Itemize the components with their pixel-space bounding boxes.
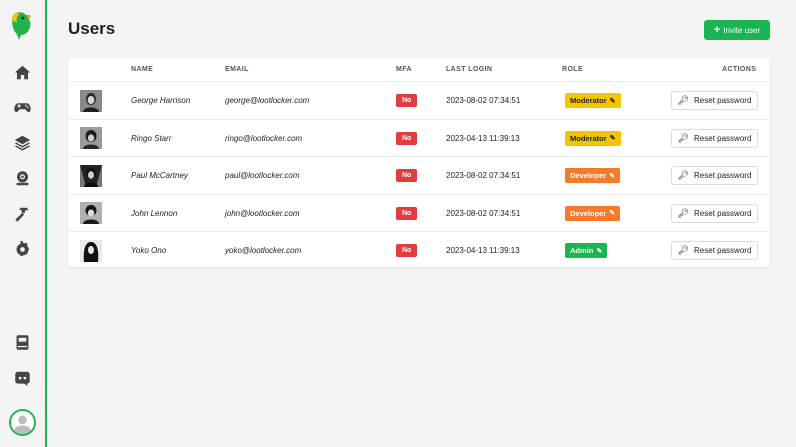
role-label: Moderator xyxy=(570,133,607,143)
role-label: Developer xyxy=(570,171,607,181)
pencil-icon: ✎ xyxy=(609,172,616,180)
user-email: john@lootlocker.com xyxy=(225,208,300,218)
key-icon: 🔑︎ xyxy=(677,207,690,218)
invite-user-button[interactable]: + Invite user xyxy=(704,20,770,40)
user-email: george@lootlocker.com xyxy=(225,96,310,106)
mfa-badge: No xyxy=(396,94,418,108)
mfa-badge: No xyxy=(396,206,418,220)
header-mfa: MFA xyxy=(396,66,412,73)
users-table: NAME EMAIL MFA LAST LOGIN ROLE ACTIONS G… xyxy=(68,58,770,267)
table-row: Yoko Ono yoko@lootlocker.com No 2023-04-… xyxy=(68,231,770,269)
pencil-icon: ✎ xyxy=(609,135,616,143)
webcam-icon[interactable] xyxy=(12,168,32,188)
discord-icon[interactable] xyxy=(12,368,32,388)
app-window: Users + Invite user NAME EMAIL MFA LAST … xyxy=(0,0,796,447)
mfa-badge: No xyxy=(396,131,418,145)
key-icon: 🔑︎ xyxy=(677,132,690,143)
plus-icon: + xyxy=(713,24,721,36)
role-label: Developer xyxy=(570,208,607,218)
reset-password-label: Reset password xyxy=(694,246,752,256)
user-avatar[interactable] xyxy=(9,409,36,436)
gear-icon[interactable] xyxy=(12,239,32,259)
pencil-icon: ✎ xyxy=(609,210,616,218)
gamepad-icon[interactable] xyxy=(12,97,32,117)
key-icon: 🔑︎ xyxy=(677,170,690,181)
table-row: Ringo Starr ringo@lootlocker.com No 2023… xyxy=(68,118,770,158)
key-icon: 🔑︎ xyxy=(677,95,690,106)
reset-password-button[interactable]: 🔑︎ Reset password xyxy=(671,166,758,186)
home-icon[interactable] xyxy=(12,62,32,82)
pencil-icon: ✎ xyxy=(609,97,616,105)
sidebar xyxy=(0,0,47,447)
reset-password-label: Reset password xyxy=(694,96,752,106)
user-photo xyxy=(80,82,102,120)
header-email: EMAIL xyxy=(225,66,249,73)
role-label: Admin xyxy=(570,246,594,256)
role-label: Moderator xyxy=(570,96,607,106)
reset-password-label: Reset password xyxy=(694,133,752,143)
reset-password-button[interactable]: 🔑︎ Reset password xyxy=(671,128,758,148)
user-photo xyxy=(80,157,102,195)
header-name: NAME xyxy=(131,66,154,73)
user-name: George Harrison xyxy=(131,96,191,106)
user-email: ringo@lootlocker.com xyxy=(225,133,303,143)
last-login: 2023-08-02 07:34:51 xyxy=(446,171,521,181)
reset-password-button[interactable]: 🔑︎ Reset password xyxy=(671,203,758,223)
user-photo xyxy=(80,120,102,158)
table-row: George Harrison george@lootlocker.com No… xyxy=(68,81,770,119)
user-email: paul@lootlocker.com xyxy=(225,171,300,181)
last-login: 2023-04-13 11:39:13 xyxy=(446,133,520,143)
last-login: 2023-08-02 07:34:51 xyxy=(446,96,521,106)
user-photo xyxy=(80,195,102,233)
role-badge[interactable]: Developer ✎ xyxy=(565,205,621,221)
user-name: John Lennon xyxy=(131,208,178,218)
role-badge[interactable]: Admin ✎ xyxy=(565,243,608,259)
role-badge[interactable]: Moderator ✎ xyxy=(565,130,621,146)
key-icon: 🔑︎ xyxy=(677,245,690,256)
reset-password-button[interactable]: 🔑︎ Reset password xyxy=(671,91,758,111)
invite-user-label: Invite user xyxy=(723,25,761,35)
table-header: NAME EMAIL MFA LAST LOGIN ROLE ACTIONS xyxy=(68,58,770,81)
last-login: 2023-04-13 11:39:13 xyxy=(446,246,520,256)
role-badge[interactable]: Developer ✎ xyxy=(565,168,621,184)
last-login: 2023-08-02 07:34:51 xyxy=(446,208,521,218)
reset-password-label: Reset password xyxy=(694,208,752,218)
table-row: Paul McCartney paul@lootlocker.com No 20… xyxy=(68,156,770,194)
mfa-badge: No xyxy=(396,169,418,183)
user-email: yoko@lootlocker.com xyxy=(225,246,302,256)
avatar-placeholder-icon xyxy=(11,411,34,434)
user-name: Yoko Ono xyxy=(131,246,167,256)
reset-password-label: Reset password xyxy=(694,171,752,181)
book-icon[interactable] xyxy=(12,332,32,352)
hammer-icon[interactable] xyxy=(12,204,32,224)
table-row: John Lennon john@lootlocker.com No 2023-… xyxy=(68,193,770,233)
header-role: ROLE xyxy=(562,66,584,73)
header-actions: ACTIONS xyxy=(722,66,757,73)
user-photo xyxy=(80,232,102,270)
reset-password-button[interactable]: 🔑︎ Reset password xyxy=(671,241,758,261)
page-title: Users xyxy=(68,19,116,38)
header-last-login: LAST LOGIN xyxy=(446,66,493,73)
user-name: Paul McCartney xyxy=(131,171,188,181)
parrot-logo-icon[interactable] xyxy=(9,9,37,41)
main-content: Users + Invite user NAME EMAIL MFA LAST … xyxy=(47,0,796,447)
mfa-badge: No xyxy=(396,244,418,258)
role-badge[interactable]: Moderator ✎ xyxy=(565,93,621,109)
pencil-icon: ✎ xyxy=(596,247,603,255)
user-name: Ringo Starr xyxy=(131,133,172,143)
layers-icon[interactable] xyxy=(12,132,32,152)
